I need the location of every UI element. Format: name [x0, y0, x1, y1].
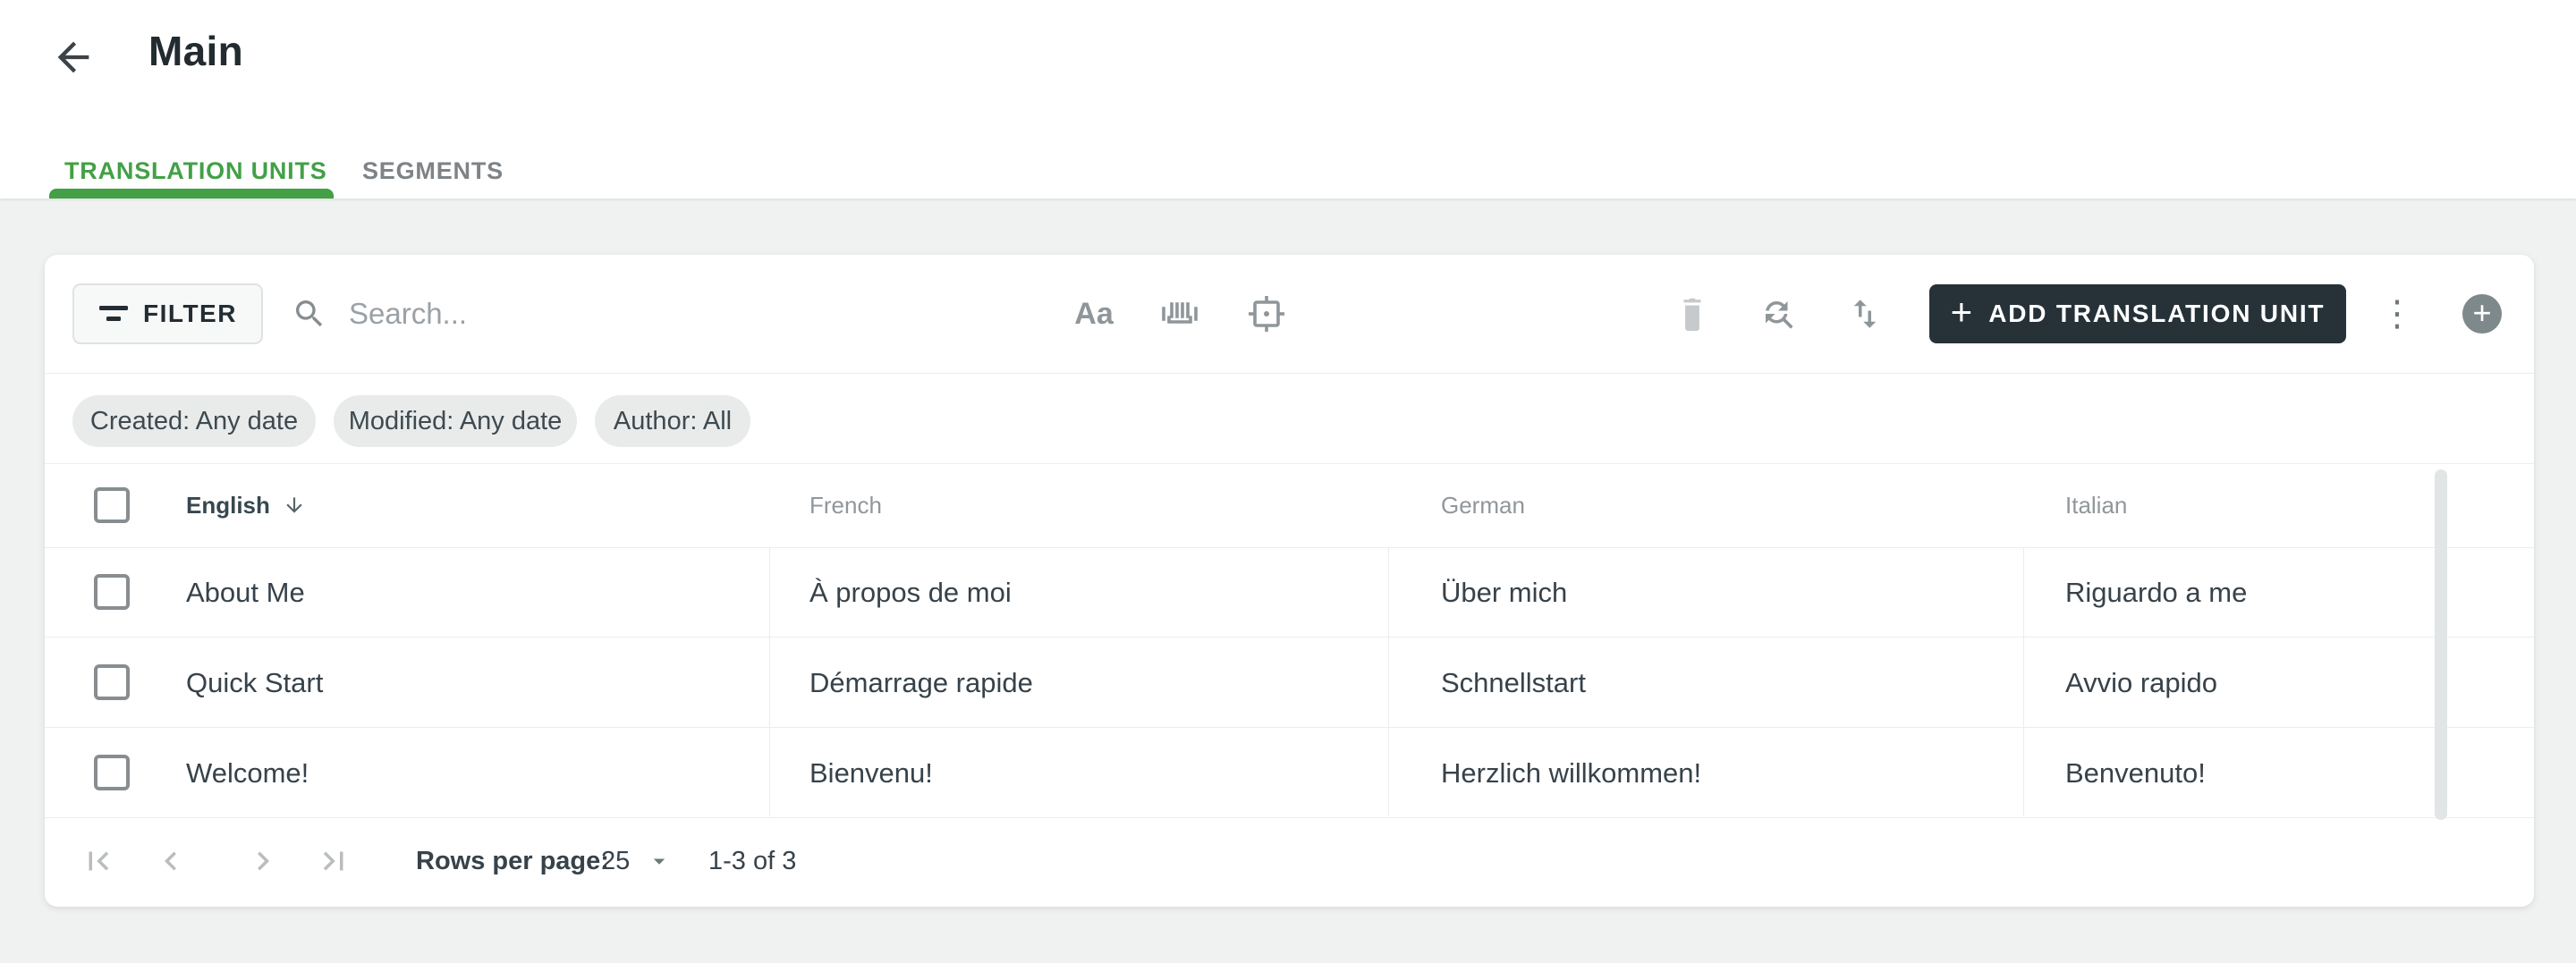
- chevron-right-icon: [258, 851, 269, 871]
- plus-icon: +: [1950, 291, 1973, 333]
- table-row[interactable]: Welcome! Bienvenu! Herzlich willkommen! …: [45, 728, 2534, 818]
- cell-german[interactable]: Herzlich willkommen!: [1441, 728, 1701, 818]
- add-translation-unit-button[interactable]: + ADD TRANSLATION UNIT: [1929, 284, 2346, 343]
- translation-units-card: FILTER Aa: [45, 255, 2534, 907]
- filter-icon: [99, 306, 129, 321]
- cell-french[interactable]: À propos de moi: [809, 547, 1012, 638]
- search-input[interactable]: [347, 296, 905, 332]
- more-options-button[interactable]: ⋮: [2372, 255, 2422, 373]
- find-replace-button[interactable]: [1747, 255, 1809, 373]
- arrow-back-icon: [57, 41, 89, 73]
- cell-english[interactable]: Welcome!: [186, 728, 309, 818]
- filter-button[interactable]: FILTER: [72, 283, 263, 344]
- row-checkbox[interactable]: [94, 664, 130, 700]
- column-header-label: English: [186, 491, 270, 519]
- trash-icon: [1683, 298, 1701, 331]
- back-button[interactable]: [50, 34, 97, 80]
- first-page-icon: [89, 851, 109, 871]
- last-page-button[interactable]: [314, 841, 353, 881]
- plus-icon: +: [2472, 293, 2492, 331]
- in-selection-toggle[interactable]: [1235, 255, 1298, 373]
- top-header: Main TRANSLATION UNITS SEGMENTS: [0, 0, 2576, 199]
- filter-chips-row: Created: Any date Modified: Any date Aut…: [45, 373, 2534, 464]
- previous-page-button[interactable]: [151, 841, 191, 881]
- page-range-label: 1-3 of 3: [708, 846, 797, 875]
- cell-german[interactable]: Über mich: [1441, 547, 1567, 638]
- column-header-french[interactable]: French: [809, 463, 882, 547]
- find-replace-icon: [1766, 301, 1793, 329]
- filter-button-label: FILTER: [143, 300, 237, 327]
- column-divider: [2023, 547, 2024, 816]
- sort-button[interactable]: [1834, 255, 1896, 373]
- rows-per-page-label: Rows per page:: [416, 846, 609, 875]
- match-case-icon: Aa: [1074, 296, 1114, 331]
- row-checkbox[interactable]: [94, 755, 130, 790]
- cell-italian[interactable]: Benvenuto!: [2065, 728, 2206, 818]
- chip-author[interactable]: Author: All: [595, 395, 750, 447]
- last-page-icon: [323, 851, 343, 871]
- cell-english[interactable]: Quick Start: [186, 638, 323, 728]
- chevron-left-icon: [165, 851, 176, 871]
- select-all-checkbox[interactable]: [94, 487, 130, 523]
- first-page-button[interactable]: [79, 841, 118, 881]
- cell-french[interactable]: Bienvenu!: [809, 728, 933, 818]
- tab-segments[interactable]: SEGMENTS: [362, 143, 504, 199]
- whole-word-toggle[interactable]: [1148, 255, 1211, 373]
- active-tab-indicator: [49, 189, 334, 199]
- add-translation-unit-label: ADD TRANSLATION UNIT: [1988, 300, 2326, 327]
- add-column-button[interactable]: +: [2462, 294, 2502, 334]
- next-page-button[interactable]: [243, 841, 283, 881]
- column-header-italian[interactable]: Italian: [2065, 463, 2127, 547]
- row-checkbox[interactable]: [94, 574, 130, 610]
- search-box: [292, 284, 905, 343]
- cell-french[interactable]: Démarrage rapide: [809, 638, 1033, 728]
- cell-italian[interactable]: Riguardo a me: [2065, 547, 2247, 638]
- column-header-english[interactable]: English: [186, 463, 306, 547]
- column-divider: [1388, 547, 1389, 816]
- cell-italian[interactable]: Avvio rapido: [2065, 638, 2217, 728]
- pagination-bar: Rows per page: 25 1-3 of 3: [45, 816, 2534, 906]
- table-scrollbar[interactable]: [2435, 469, 2447, 820]
- cell-german[interactable]: Schnellstart: [1441, 638, 1586, 728]
- chip-created[interactable]: Created: Any date: [72, 395, 316, 447]
- table-header-row: English French German Italian: [45, 463, 2534, 548]
- cell-english[interactable]: About Me: [186, 547, 305, 638]
- match-case-toggle[interactable]: Aa: [1063, 255, 1125, 373]
- search-icon: [296, 300, 323, 327]
- whole-word-icon: [1162, 302, 1198, 324]
- chip-modified[interactable]: Modified: Any date: [334, 395, 577, 447]
- page-title: Main: [148, 28, 243, 74]
- more-vert-icon: ⋮: [2379, 294, 2415, 334]
- swap-vert-icon: [1853, 300, 1877, 328]
- sort-descending-icon: [286, 497, 302, 513]
- column-header-german[interactable]: German: [1441, 463, 1525, 547]
- column-divider: [769, 547, 770, 816]
- table-row[interactable]: Quick Start Démarrage rapide Schnellstar…: [45, 638, 2534, 728]
- rows-per-page-value[interactable]: 25: [601, 816, 630, 906]
- rows-per-page-dropdown[interactable]: [646, 816, 673, 906]
- delete-button[interactable]: [1661, 255, 1724, 373]
- table-toolbar: FILTER Aa: [45, 255, 2534, 374]
- table-row[interactable]: About Me À propos de moi Über mich Rigua…: [45, 547, 2534, 638]
- dropdown-caret-icon: [653, 858, 665, 865]
- selection-frame-icon: [1249, 296, 1284, 332]
